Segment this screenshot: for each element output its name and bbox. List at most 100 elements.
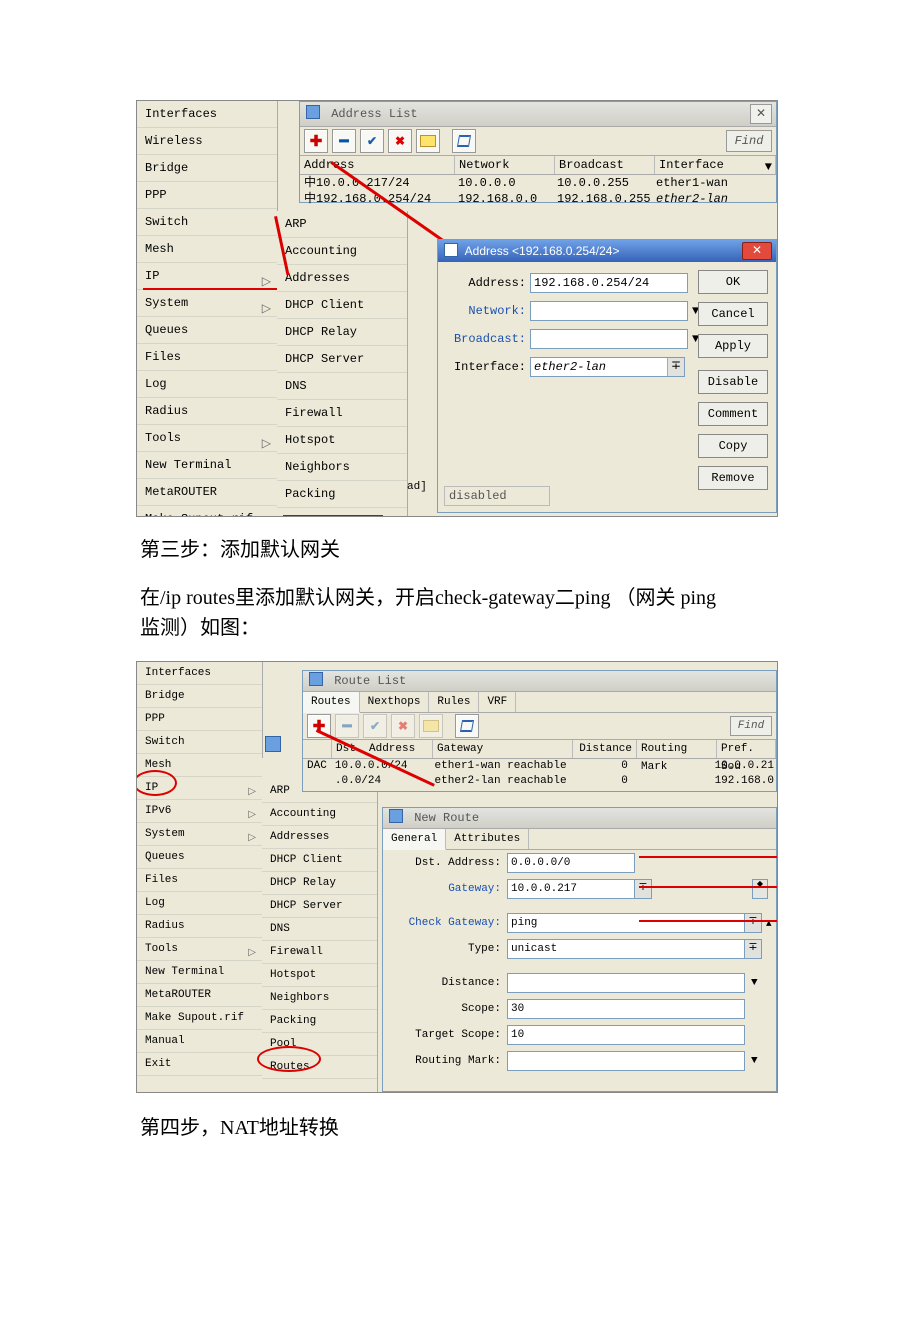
submenu-dns[interactable]: DNS [262, 918, 377, 941]
submenu-accounting[interactable]: Accounting [277, 238, 407, 265]
menu-interfaces[interactable]: Interfaces [137, 662, 262, 685]
col-broadcast[interactable]: Broadcast [555, 156, 655, 174]
submenu-addresses[interactable]: Addresses [277, 265, 407, 292]
tab-attributes[interactable]: Attributes [446, 829, 529, 849]
tab-nexthops[interactable]: Nexthops [360, 692, 430, 712]
submenu-dhcp-client[interactable]: DHCP Client [262, 849, 377, 872]
menu-exit[interactable]: Exit [137, 1053, 262, 1076]
col-distance[interactable]: Distance [573, 740, 637, 758]
apply-button[interactable]: Apply [698, 334, 768, 358]
dropdown-icon[interactable]: ▼ [751, 1055, 758, 1067]
up-icon[interactable]: ▴ [766, 916, 772, 930]
submenu-arp[interactable]: ARP [277, 211, 407, 238]
remove-button[interactable]: Remove [698, 466, 768, 490]
dropdown-icon[interactable]: ▼ [765, 160, 772, 174]
table-row[interactable]: 中192.168.0.254/24 192.168.0.0 192.168.0.… [300, 191, 776, 207]
cancel-button[interactable]: Cancel [698, 302, 768, 326]
type-input[interactable] [507, 939, 745, 959]
enable-button[interactable]: ✔ [363, 714, 387, 738]
dst-address-input[interactable] [507, 853, 635, 873]
menu-queues[interactable]: Queues [137, 846, 262, 869]
routing-mark-input[interactable] [507, 1051, 745, 1071]
tab-vrf[interactable]: VRF [479, 692, 516, 712]
menu-switch[interactable]: Switch [137, 209, 277, 236]
scope-input[interactable] [507, 999, 745, 1019]
menu-radius[interactable]: Radius [137, 915, 262, 938]
dropdown-icon[interactable]: ▼ [751, 977, 758, 989]
menu-metarouter[interactable]: MetaROUTER [137, 479, 277, 506]
disable-button[interactable]: Disable [698, 370, 768, 394]
menu-ip[interactable]: IP▷ [137, 263, 277, 290]
menu-ipv6[interactable]: IPv6▷ [137, 800, 262, 823]
submenu-dhcp-server[interactable]: DHCP Server [277, 346, 407, 373]
submenu-dhcp-relay[interactable]: DHCP Relay [262, 872, 377, 895]
menu-bridge[interactable]: Bridge [137, 685, 262, 708]
menu-system[interactable]: System▷ [137, 290, 277, 317]
submenu-hotspot[interactable]: Hotspot [262, 964, 377, 987]
comment-button[interactable] [419, 714, 443, 738]
comment-button[interactable] [416, 129, 440, 153]
col-gateway[interactable]: Gateway [433, 740, 573, 758]
tab-routes[interactable]: Routes [303, 692, 360, 713]
close-icon[interactable]: ✕ [742, 242, 772, 260]
network-input[interactable] [530, 301, 688, 321]
menu-tools[interactable]: Tools▷ [137, 938, 262, 961]
tab-general[interactable]: General [383, 829, 446, 850]
menu-interfaces[interactable]: Interfaces [137, 101, 277, 128]
menu-ppp[interactable]: PPP [137, 708, 262, 731]
tab-rules[interactable]: Rules [429, 692, 479, 712]
disable-button[interactable]: ✖ [391, 714, 415, 738]
col-interface[interactable]: Interface [655, 156, 776, 174]
remove-button[interactable]: ━ [335, 714, 359, 738]
enable-button[interactable]: ✔ [360, 129, 384, 153]
submenu-packing[interactable]: Packing [277, 481, 407, 508]
menu-wireless[interactable]: Wireless [137, 128, 277, 155]
submenu-neighbors[interactable]: Neighbors [277, 454, 407, 481]
disable-button[interactable]: ✖ [388, 129, 412, 153]
filter-button[interactable] [455, 714, 479, 738]
comment-button[interactable]: Comment [698, 402, 768, 426]
submenu-firewall[interactable]: Firewall [262, 941, 377, 964]
menu-log[interactable]: Log [137, 892, 262, 915]
ok-button[interactable]: OK [698, 270, 768, 294]
gateway-input[interactable] [507, 879, 635, 899]
col-pref-sou[interactable]: Pref. Sou [717, 740, 776, 758]
submenu-dhcp-relay[interactable]: DHCP Relay [277, 319, 407, 346]
filter-button[interactable] [452, 129, 476, 153]
submenu-dhcp-server[interactable]: DHCP Server [262, 895, 377, 918]
broadcast-input[interactable] [530, 329, 688, 349]
dropdown-icon[interactable]: ∓ [744, 913, 762, 933]
dropdown-icon[interactable]: ∓ [667, 358, 684, 376]
table-row[interactable]: .0.0/24 ether2-lan reachable 0 192.168.0 [303, 774, 776, 789]
interface-select[interactable]: ether2-lan ∓ [530, 357, 685, 377]
submenu-packing[interactable]: Packing [262, 1010, 377, 1033]
menu-metarouter[interactable]: MetaROUTER [137, 984, 262, 1007]
submenu-dns[interactable]: DNS [277, 373, 407, 400]
distance-input[interactable] [507, 973, 745, 993]
col-routing-mark[interactable]: Routing Mark [637, 740, 717, 758]
menu-make-supout[interactable]: Make Supout.rif [137, 506, 277, 517]
menu-ppp[interactable]: PPP [137, 182, 277, 209]
find-button[interactable]: Find [730, 716, 772, 736]
menu-files[interactable]: Files [137, 344, 277, 371]
submenu-hotspot[interactable]: Hotspot [277, 427, 407, 454]
submenu-dhcp-client[interactable]: DHCP Client [277, 292, 407, 319]
dropdown-icon[interactable]: ∓ [744, 939, 762, 959]
close-icon[interactable]: ✕ [750, 104, 772, 124]
menu-manual[interactable]: Manual [137, 1030, 262, 1053]
menu-make-supout[interactable]: Make Supout.rif [137, 1007, 262, 1030]
col-network[interactable]: Network [455, 156, 555, 174]
submenu-accounting[interactable]: Accounting [262, 803, 377, 826]
menu-bridge[interactable]: Bridge [137, 155, 277, 182]
menu-new-terminal[interactable]: New Terminal [137, 961, 262, 984]
spinner-icon[interactable]: ◆ [752, 879, 768, 899]
submenu-neighbors[interactable]: Neighbors [262, 987, 377, 1010]
check-gateway-input[interactable] [507, 913, 745, 933]
find-button[interactable]: Find [726, 130, 772, 152]
menu-files[interactable]: Files [137, 869, 262, 892]
address-input[interactable] [530, 273, 688, 293]
submenu-firewall[interactable]: Firewall [277, 400, 407, 427]
menu-tools[interactable]: Tools▷ [137, 425, 277, 452]
submenu-addresses[interactable]: Addresses [262, 826, 377, 849]
menu-switch[interactable]: Switch [137, 731, 262, 754]
